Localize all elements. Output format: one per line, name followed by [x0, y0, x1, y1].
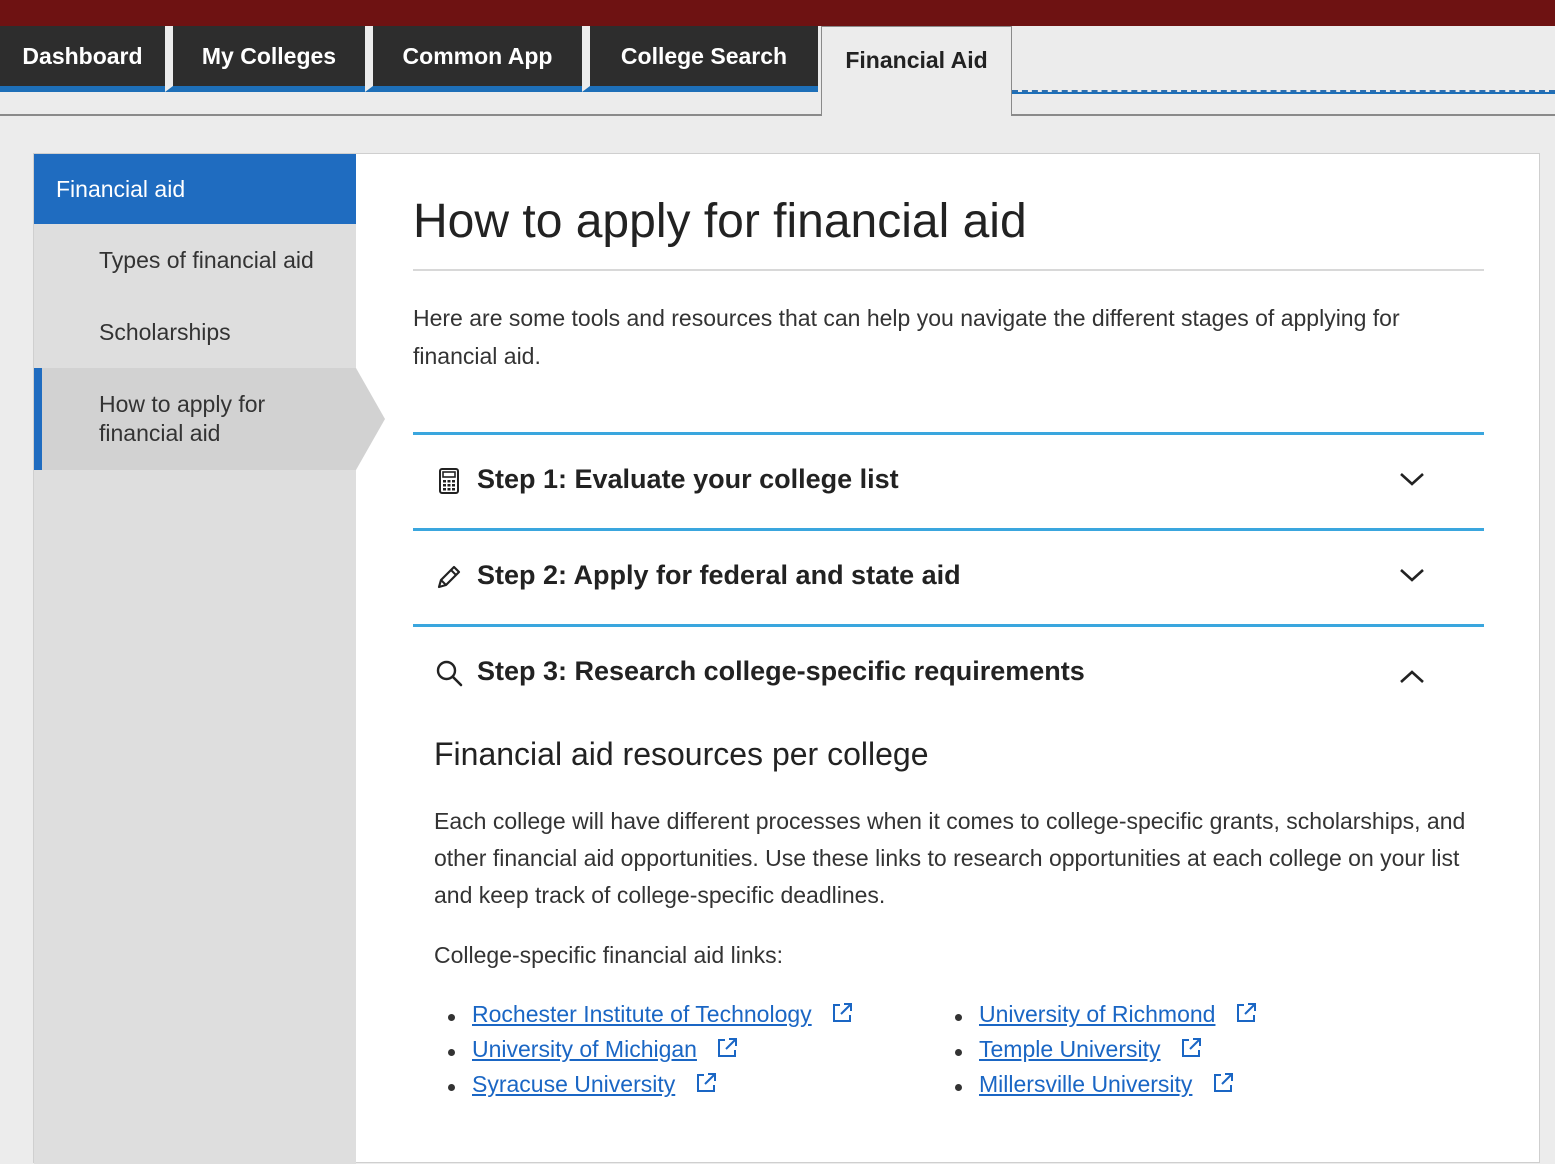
accordion-step-1[interactable]: Step 1: Evaluate your college list	[413, 432, 1484, 528]
intro-text: Here are some tools and resources that c…	[413, 305, 1400, 369]
tab-common-app[interactable]: Common App	[365, 26, 582, 92]
external-link-icon[interactable]	[694, 1071, 718, 1095]
bullet	[448, 1084, 455, 1091]
main-tab-bar: Dashboard My Colleges Common App College…	[0, 26, 1555, 116]
external-link-icon[interactable]	[1211, 1071, 1235, 1095]
pencil-icon	[437, 565, 461, 589]
external-link-icon[interactable]	[830, 1001, 854, 1025]
sidebar-item-how-to-apply[interactable]: How to apply for financial aid	[34, 368, 385, 470]
sidebar-heading[interactable]: Financial aid	[34, 154, 356, 224]
sidebar: Financial aid Types of financial aid Sch…	[34, 154, 385, 1164]
chevron-down-icon[interactable]	[1398, 469, 1426, 489]
sidebar-item-label: How to apply for financial aid	[99, 391, 266, 446]
list-item: Temple University	[955, 1036, 1258, 1071]
college-link[interactable]: Rochester Institute of Technology	[472, 1001, 812, 1027]
college-link[interactable]: Millersville University	[979, 1071, 1192, 1097]
bullet	[448, 1014, 455, 1021]
step-title: Step 1: Evaluate your college list	[477, 464, 899, 494]
page-title: How to apply for financial aid	[413, 195, 1027, 248]
bullet	[955, 1049, 962, 1056]
list-item: Rochester Institute of Technology	[448, 1001, 854, 1036]
list-item: University of Michigan	[448, 1036, 854, 1071]
tab-financial-aid[interactable]: Financial Aid	[821, 26, 1012, 116]
content-panel: Financial aid Types of financial aid Sch…	[33, 153, 1540, 1164]
tab-dashboard[interactable]: Dashboard	[0, 26, 165, 92]
external-link-icon[interactable]	[1234, 1001, 1258, 1025]
sidebar-item-label: Scholarships	[99, 318, 231, 345]
links-column-2: University of Richmond Temple University…	[955, 1001, 1258, 1106]
step-3-panel: Financial aid resources per college Each…	[434, 736, 1474, 1111]
sidebar-item-label: Types of financial aid	[99, 246, 314, 273]
chevron-down-icon[interactable]	[1398, 565, 1426, 585]
college-link[interactable]: University of Richmond	[979, 1001, 1215, 1027]
links-column-1: Rochester Institute of Technology Univer…	[448, 1001, 854, 1106]
divider	[1012, 114, 1555, 116]
accordion-step-3[interactable]: Step 3: Research college-specific requir…	[413, 624, 1484, 720]
sidebar-item-types-of-financial-aid[interactable]: Types of financial aid	[34, 224, 356, 296]
links-label: College-specific financial aid links:	[434, 942, 783, 968]
accordion-step-2[interactable]: Step 2: Apply for federal and state aid	[413, 528, 1484, 624]
chevron-up-icon[interactable]	[1398, 667, 1426, 687]
step-title: Step 3: Research college-specific requir…	[477, 656, 1085, 686]
college-link[interactable]: University of Michigan	[472, 1036, 697, 1062]
external-link-icon[interactable]	[715, 1036, 739, 1060]
step-title: Step 2: Apply for federal and state aid	[477, 560, 961, 590]
top-banner	[0, 0, 1555, 26]
calculator-icon	[439, 468, 459, 494]
college-link[interactable]: Syracuse University	[472, 1071, 675, 1097]
bullet	[448, 1049, 455, 1056]
bullet	[955, 1084, 962, 1091]
sidebar-item-scholarships[interactable]: Scholarships	[34, 296, 356, 368]
list-item: Syracuse University	[448, 1071, 854, 1106]
tab-my-colleges[interactable]: My Colleges	[165, 26, 365, 92]
external-link-icon[interactable]	[1179, 1036, 1203, 1060]
college-links-list: Rochester Institute of Technology Univer…	[434, 1001, 1474, 1111]
section-heading: Financial aid resources per college	[434, 736, 929, 772]
college-link[interactable]: Temple University	[979, 1036, 1161, 1062]
divider	[0, 114, 822, 116]
search-icon	[436, 660, 463, 687]
bullet	[955, 1014, 962, 1021]
tab-strip-rule	[1012, 90, 1555, 94]
divider	[413, 269, 1484, 271]
section-paragraph: Each college will have different process…	[434, 808, 1466, 908]
list-item: Millersville University	[955, 1071, 1258, 1106]
list-item: University of Richmond	[955, 1001, 1258, 1036]
active-indicator-arrow	[356, 368, 385, 470]
tab-college-search[interactable]: College Search	[582, 26, 818, 92]
